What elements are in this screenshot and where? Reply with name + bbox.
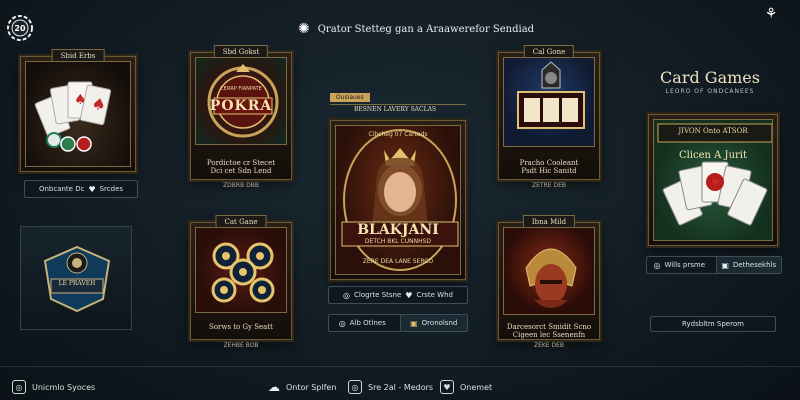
chips-illustration bbox=[195, 227, 287, 313]
right-panel-actions: ◎ Wills prsme ▣ Dethesekhls bbox=[646, 256, 782, 274]
warrior-caption-2: Cigeen lec Ssenenfn bbox=[512, 331, 586, 339]
card-poker[interactable]: Sbd Gokst POKRA CERRP FIANPATE Pordictoe… bbox=[190, 45, 292, 180]
featured-title: BLAKJANI bbox=[357, 222, 439, 238]
poker-meta: ZDBRB DBB bbox=[223, 182, 259, 189]
featured-subtitle-2: ZERE DEA LANE SERCO bbox=[362, 258, 434, 265]
settings-knot-icon[interactable]: ⚘ bbox=[760, 6, 782, 26]
wallet-icon: ▣ bbox=[410, 318, 418, 328]
loading-spinner-icon: ✺ bbox=[298, 21, 310, 37]
footer-divider bbox=[0, 366, 800, 367]
badge-label: LE PRAVEH bbox=[58, 280, 96, 287]
card-games-banner: JIVON Onto ATSOR bbox=[678, 127, 748, 135]
featured-actions-1: ◎ Clogrte Stsne ♥ Crste Whd bbox=[328, 286, 468, 304]
camera-icon: ◎ bbox=[12, 380, 26, 394]
svg-text:♥: ♥ bbox=[711, 178, 720, 189]
card-roulette[interactable]: Cat Gane Sorws to Gy Seatt bbox=[190, 215, 292, 340]
featured-caption: Cibcheg 07 Carteds bbox=[368, 131, 428, 138]
card-sbid-erbs[interactable]: Sbid Erbs ♠ ♠ bbox=[20, 49, 136, 172]
featured-action-1-left[interactable]: Clogrte Stsne bbox=[354, 291, 401, 299]
logo-badge-text: 20 bbox=[14, 23, 26, 33]
right-action-right[interactable]: ▣ Dethesekhls bbox=[715, 257, 781, 273]
right-panel-wide-button[interactable]: Rydsbltm Sperom bbox=[650, 316, 776, 332]
playing-cards-illustration: ♠ ♠ bbox=[25, 61, 131, 167]
card-card-games[interactable]: ♥ JIVON Onto ATSOR Clicen A Jurit bbox=[648, 114, 778, 246]
page-title: Qrator Stetteg gan a Araawerefor Sendiad bbox=[317, 23, 535, 35]
right-action-right-label: Dethesekhls bbox=[732, 261, 777, 269]
card-sbid-actions: Onbcante Dc ♥ Srcdes bbox=[24, 180, 138, 198]
footer-item-1[interactable]: ☁ Ontor Splfen bbox=[268, 380, 336, 394]
card-games-overlay: Clicen A Jurit bbox=[678, 150, 748, 161]
camera-icon: ◎ bbox=[338, 318, 346, 328]
card-shield-badge[interactable]: LE PRAVEH bbox=[20, 226, 132, 330]
right-wide-button-label: Rydsbltm Sperom bbox=[682, 320, 744, 328]
footer-item-2[interactable]: ◎ Sre 2al - Medors bbox=[348, 380, 433, 394]
footer-item-2-label: Sre 2al - Medors bbox=[368, 382, 434, 392]
slot-machine-illustration bbox=[503, 57, 595, 147]
featured-actions-2: ◎ Alb Otlnes ▣ Oronolsnd bbox=[328, 314, 468, 332]
footer-item-3[interactable]: ♥ Onemet bbox=[440, 380, 492, 394]
card-fan-illustration: ♥ JIVON Onto ATSOR Clicen A Jurit bbox=[653, 119, 773, 241]
footer-left[interactable]: ◎ Unicmlo Syoces bbox=[12, 380, 95, 394]
footer-item-1-label: Ontor Splfen bbox=[286, 382, 337, 392]
primary-action-label[interactable]: Onbcante Dc bbox=[39, 185, 84, 193]
right-action-left-label: Wills prsme bbox=[664, 261, 706, 269]
card-slot[interactable]: Cal Gone Pracho Cooleant Psdt Hic Sanitd bbox=[498, 45, 600, 180]
right-panel-title: Card Games bbox=[660, 68, 760, 87]
heart-icon: ♥ bbox=[405, 290, 413, 300]
featured-tag: Ousiaues bbox=[330, 93, 370, 102]
queen-portrait-illustration: BLAKJANI DETCH BKL CUNNHSD ZERE DEA LANE… bbox=[335, 125, 461, 275]
featured-subtitle: DETCH BKL CUNNHSD bbox=[364, 238, 432, 245]
right-action-left[interactable]: ◎ Wills prsme bbox=[647, 257, 712, 273]
camera-icon: ◎ bbox=[653, 260, 661, 270]
brand-logo[interactable]: 20 bbox=[4, 12, 36, 44]
poker-emblem-illustration: POKRA CERRP FIANPATE bbox=[195, 57, 287, 145]
featured-action-2-right[interactable]: ▣ Oronolsnd bbox=[399, 315, 467, 331]
heart-icon: ♥ bbox=[440, 380, 454, 394]
secondary-action-label[interactable]: Srcdes bbox=[100, 185, 123, 193]
heart-icon: ♥ bbox=[88, 184, 96, 194]
warrior-meta: ZEKE DEB bbox=[533, 342, 565, 349]
featured-divider bbox=[330, 104, 466, 105]
warrior-portrait-illustration bbox=[503, 227, 595, 315]
card-blackjack-featured[interactable]: BLAKJANI DETCH BKL CUNNHSD ZERE DEA LANE… bbox=[330, 120, 466, 280]
shield-badge-illustration bbox=[43, 245, 111, 313]
roulette-caption-1: Sorws to Gy Seatt bbox=[209, 323, 273, 331]
card-warrior[interactable]: Ibna Mild Darcesorct Smidit Scno Cigeen … bbox=[498, 215, 600, 340]
cloud-icon: ☁ bbox=[268, 380, 280, 394]
poker-subtitle: CERRP FIANPATE bbox=[220, 86, 262, 92]
header: ✺ Qrator Stetteg gan a Araawerefor Sendi… bbox=[298, 20, 534, 38]
footer-left-label: Unicmlo Syoces bbox=[32, 382, 96, 392]
slot-caption-2: Psdt Hic Sanitd bbox=[521, 167, 577, 175]
roulette-meta: ZEHBE BOB bbox=[223, 342, 259, 349]
poker-caption-2: Dci cet Sdn Lend bbox=[210, 167, 272, 175]
poker-title: POKRA bbox=[209, 98, 273, 114]
slot-meta: ZETRE DEB bbox=[532, 182, 566, 189]
right-panel-subtitle: LEORO OF ONDCANEES bbox=[665, 88, 755, 95]
featured-action-2-right-label: Oronolsnd bbox=[421, 319, 458, 327]
wallet-icon: ▣ bbox=[721, 260, 729, 270]
footer-item-3-label: Onemet bbox=[460, 382, 493, 392]
featured-header: BESNEN LAVERY SACLAS bbox=[353, 106, 437, 113]
featured-action-2-left[interactable]: ◎ Alb Otlnes bbox=[329, 315, 396, 331]
featured-action-2-left-label: Alb Otlnes bbox=[349, 319, 386, 327]
camera-icon: ◎ bbox=[343, 290, 350, 300]
camera-icon: ◎ bbox=[348, 380, 362, 394]
featured-action-1-right[interactable]: Crste Whd bbox=[416, 291, 453, 299]
svg-text:♠: ♠ bbox=[74, 92, 87, 108]
